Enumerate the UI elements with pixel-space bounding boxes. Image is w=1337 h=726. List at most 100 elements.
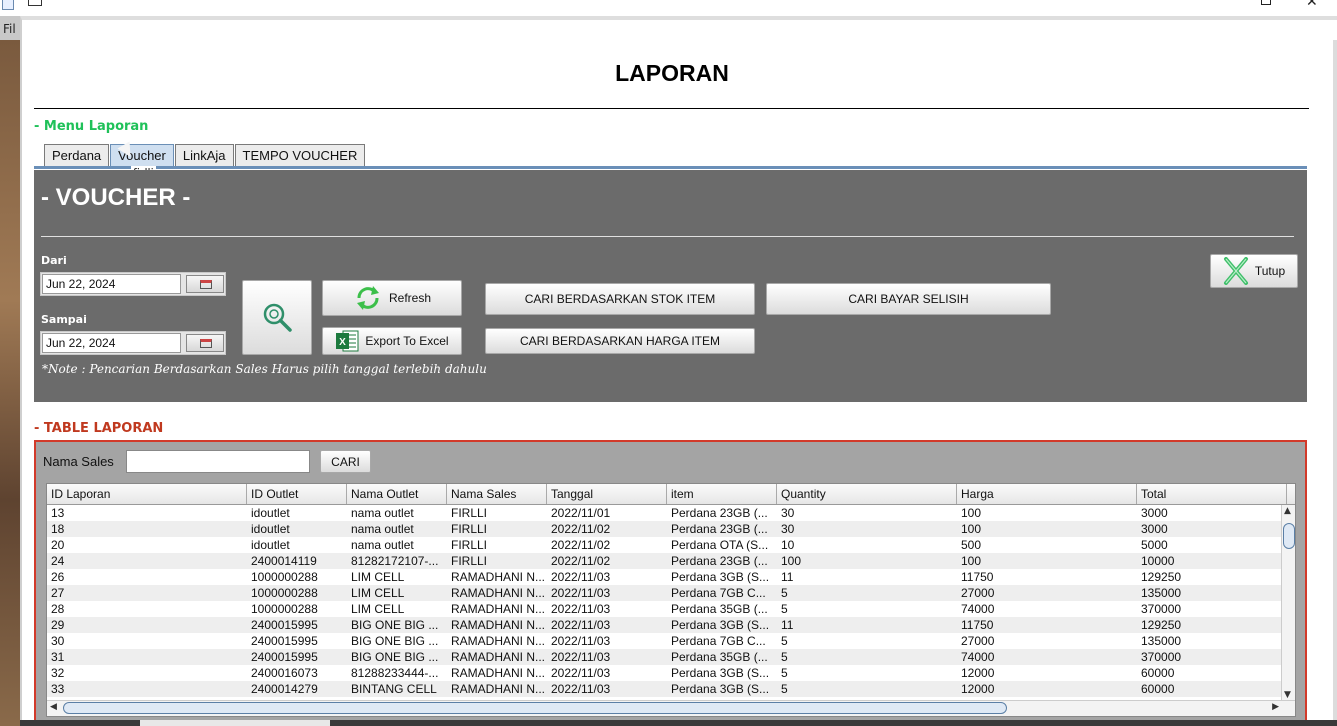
table-cell: 26 [51, 570, 65, 584]
table-row[interactable]: 18 idoutlet nama outlet FIRLLI 2022/11/02 Per… [47, 521, 1295, 537]
table-cell: 2022/11/03 [551, 682, 611, 696]
table-laporan-label: - TABLE LAPORAN [34, 421, 164, 436]
table-cell: LIM CELL [351, 570, 405, 584]
close-icon[interactable]: ✕ [1306, 0, 1318, 10]
calendar-button[interactable] [186, 334, 224, 352]
taskbar-item[interactable] [140, 720, 330, 726]
table-header: ID Laporan ID Outlet Nama Outlet Nama Sales… [47, 484, 1295, 505]
table-cell: 135000 [1141, 634, 1182, 648]
tab-tempo-voucher[interactable]: TEMPO VOUCHER [234, 144, 366, 166]
table-cell: 29 [51, 618, 65, 632]
table-cell: 10000 [1141, 554, 1175, 568]
table-row[interactable]: 29 2400015995 BIG ONE BIG ... RAMADHANI N..… [47, 617, 1295, 633]
horizontal-scrollbar[interactable]: ◀ ▶ [47, 700, 1295, 716]
scroll-down-icon[interactable]: ▼ [1284, 690, 1291, 700]
table-cell: Perdana 3GB (S... [671, 666, 770, 680]
refresh-button[interactable]: Refresh [322, 280, 462, 316]
table-cell: 11 [781, 618, 794, 632]
table-row[interactable]: 27 1000000288 LIM CELL RAMADHANI N... 2022/1… [47, 585, 1295, 601]
search-button[interactable] [242, 280, 312, 355]
table-cell: 11750 [961, 570, 994, 584]
table-cell: 135000 [1141, 586, 1182, 600]
column-header[interactable]: ID Outlet [247, 484, 347, 504]
export-excel-button[interactable]: X Export To Excel [322, 327, 462, 355]
calendar-button[interactable] [186, 275, 224, 293]
table-cell: 60000 [1141, 682, 1175, 696]
table-row[interactable]: 20 idoutlet nama outlet FIRLLI 2022/11/02 Per… [47, 537, 1295, 553]
column-header[interactable]: Tanggal [547, 484, 667, 504]
table-cell: 2022/11/03 [551, 634, 611, 648]
table-cell: 11750 [961, 618, 994, 632]
table-cell: BINTANG CELL [351, 682, 437, 696]
table-cell: 2400014119 [251, 554, 317, 568]
table-cell: Perdana 7GB C... [671, 634, 766, 648]
table-cell: idoutlet [251, 506, 290, 520]
refresh-label: Refresh [388, 291, 432, 305]
table-cell: idoutlet [251, 538, 290, 552]
scroll-left-icon[interactable]: ◀ [50, 702, 57, 712]
table-cell: 10 [781, 538, 795, 552]
table-cell: 2022/11/03 [551, 586, 611, 600]
svg-text:X: X [340, 337, 347, 348]
table-row[interactable]: 33 2400014279 BINTANG CELL RAMADHANI N... 20… [47, 681, 1295, 697]
table-cell: 74000 [961, 650, 995, 664]
cari-stok-item-button[interactable]: CARI BERDASARKAN STOK ITEM [485, 283, 755, 315]
maximize-icon[interactable] [1261, 0, 1271, 5]
table-cell: nama outlet [351, 538, 414, 552]
scroll-up-icon[interactable]: ▲ [1284, 506, 1291, 516]
column-header[interactable]: Nama Sales [447, 484, 547, 504]
table-row[interactable]: 26 1000000288 LIM CELL RAMADHANI N... 2022/1… [47, 569, 1295, 585]
title-divider [34, 108, 1309, 109]
tutup-button[interactable]: Tutup [1210, 254, 1298, 288]
column-header[interactable]: Quantity [777, 484, 957, 504]
table-cell: Perdana 23GB (... [671, 554, 768, 568]
table-cell: 129250 [1141, 570, 1182, 584]
cari-bayar-selisih-button[interactable]: CARI BAYAR SELISIH [766, 283, 1051, 315]
nama-sales-input[interactable] [126, 450, 310, 473]
sampai-date-input[interactable]: Jun 22, 2024 [42, 333, 181, 353]
table-cell: 30 [51, 634, 65, 648]
vertical-scrollbar[interactable]: ▲ ▼ [1281, 505, 1295, 701]
cari-harga-item-button[interactable]: CARI BERDASARKAN HARGA ITEM [485, 328, 755, 354]
voucher-title: - VOUCHER - [41, 184, 191, 211]
table-cell: 2022/11/03 [551, 666, 611, 680]
cari-button[interactable]: CARI [320, 450, 371, 473]
column-header[interactable]: Total [1137, 484, 1287, 504]
vertical-scroll-thumb[interactable] [1283, 523, 1295, 549]
table-row[interactable]: 30 2400015995 BIG ONE BIG ... RAMADHANI N..… [47, 633, 1295, 649]
table-cell: 27 [51, 586, 65, 600]
table-cell: Perdana 23GB (... [671, 506, 768, 520]
table-row[interactable]: 31 2400015995 BIG ONE BIG ... RAMADHANI N..… [47, 649, 1295, 665]
laporan-window: LAPORAN - Menu Laporan Perdana Voucher L… [20, 16, 1337, 726]
table-cell: 30 [781, 522, 795, 536]
table-cell: 11 [781, 570, 794, 584]
table-cell: BIG ONE BIG ... [351, 634, 439, 648]
dari-date-picker: Jun 22, 2024 [40, 272, 226, 296]
table-cell: Perdana 23GB (... [671, 522, 768, 536]
table-cell: 27000 [961, 634, 995, 648]
table-cell: 18 [51, 522, 65, 536]
scroll-right-icon[interactable]: ▶ [1272, 702, 1279, 712]
column-header[interactable]: Harga [957, 484, 1137, 504]
search-note: *Note : Pencarian Berdasarkan Sales Haru… [42, 362, 487, 376]
table-cell: 100 [961, 522, 982, 536]
magnifier-icon [263, 303, 292, 332]
table-row[interactable]: 28 1000000288 LIM CELL RAMADHANI N... 2022/1… [47, 601, 1295, 617]
tab-perdana[interactable]: Perdana [44, 144, 110, 166]
column-header[interactable]: item [667, 484, 777, 504]
table-row[interactable]: 32 2400016073 81288233444-... RAMADHANI N..… [47, 665, 1295, 681]
column-header[interactable]: ID Laporan [47, 484, 247, 504]
dari-date-input[interactable]: Jun 22, 2024 [42, 274, 181, 294]
table-cell: FIRLLI [451, 554, 488, 568]
tab-linkaja[interactable]: LinkAja [174, 144, 234, 166]
table-row[interactable]: 13 idoutlet nama outlet FIRLLI 2022/11/01 Per… [47, 505, 1295, 521]
table-cell: 500 [961, 538, 982, 552]
table-cell: 81288233444-... [351, 666, 439, 680]
table-cell: 1000000288 [251, 586, 318, 600]
table-cell: FIRLLI [451, 506, 488, 520]
table-cell: 20 [51, 538, 65, 552]
horizontal-scroll-thumb[interactable] [63, 702, 1007, 714]
table-row[interactable]: 24 2400014119 81282172107-... FIRLLI 2022/11… [47, 553, 1295, 569]
table-cell: 3000 [1141, 522, 1168, 536]
column-header[interactable]: Nama Outlet [347, 484, 447, 504]
